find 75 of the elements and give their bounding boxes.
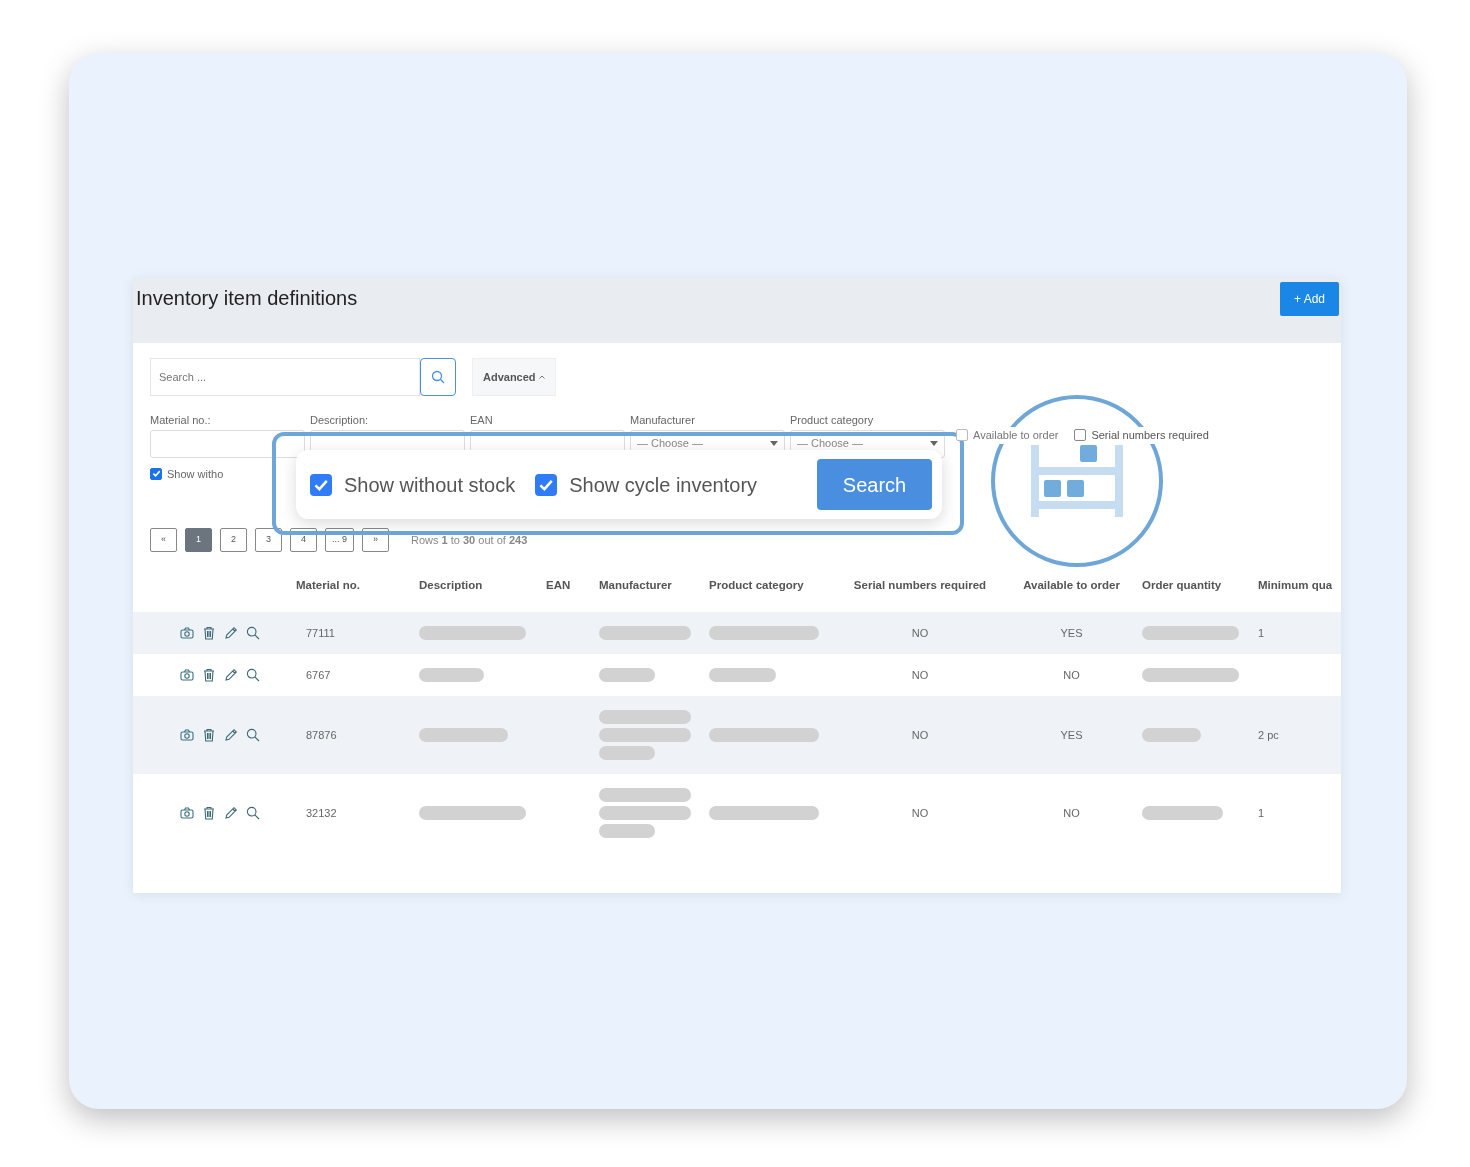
trash-icon[interactable] xyxy=(202,626,216,640)
checkbox[interactable] xyxy=(150,467,162,480)
rows-summary: Rows 1 to 30 out of 243 xyxy=(411,532,528,548)
trash-icon[interactable] xyxy=(202,806,216,820)
shelf-icon xyxy=(1031,445,1123,517)
table-cell: NO xyxy=(1063,806,1080,819)
table-cell: YES xyxy=(1060,728,1083,741)
page-button[interactable]: 2 xyxy=(220,528,247,552)
search-field[interactable]: Search ... xyxy=(150,358,420,396)
table-cell: 2 pc xyxy=(1258,728,1279,741)
column-header: Available to order xyxy=(1005,560,1138,612)
trash-icon[interactable] xyxy=(202,728,216,742)
search-icon[interactable] xyxy=(246,806,260,820)
redacted-text-bar xyxy=(709,668,777,682)
table-cell: 32132 xyxy=(306,806,337,819)
advanced-button[interactable]: Advanced xyxy=(472,358,556,396)
table-cell: 87876 xyxy=(306,728,337,741)
camera-icon[interactable] xyxy=(180,728,194,742)
page-title: Inventory item definitions xyxy=(136,286,358,310)
table-cell: 77111 xyxy=(306,626,335,639)
camera-icon[interactable] xyxy=(180,806,194,820)
table-cell: NO xyxy=(911,806,929,819)
search-icon[interactable] xyxy=(246,668,260,682)
page-button[interactable]: 1 xyxy=(185,528,212,552)
checkbox-label: Show witho xyxy=(167,466,224,482)
redacted-text-bar xyxy=(1142,728,1202,742)
checkbox-label: Show without stock xyxy=(344,472,516,498)
dropdown-arrow-icon xyxy=(930,441,938,446)
field-label: Manufacturer xyxy=(630,413,696,428)
column-header: Minimum qua xyxy=(1254,560,1341,612)
pencil-icon[interactable] xyxy=(224,806,238,820)
column-header: Description xyxy=(415,560,542,612)
checkbox[interactable] xyxy=(310,473,332,496)
table-cell: 1 xyxy=(1258,806,1265,819)
search-icon xyxy=(431,370,445,384)
redacted-text-bar xyxy=(599,746,656,760)
checkbox[interactable] xyxy=(535,473,558,496)
column-header: Order quantity xyxy=(1138,560,1254,612)
column-header: EAN xyxy=(542,560,595,612)
table-cell: NO xyxy=(911,728,929,741)
page-button[interactable]: 3 xyxy=(255,528,282,552)
field-label: Material no.: xyxy=(150,413,212,428)
field-label: Product category xyxy=(790,413,875,428)
pencil-icon[interactable] xyxy=(224,728,238,742)
checkmark-icon xyxy=(151,469,161,479)
page-button[interactable]: « xyxy=(150,528,177,552)
add-button[interactable]: + Add xyxy=(1279,282,1339,316)
checkbox[interactable] xyxy=(1074,429,1087,442)
checkbox-label: Show cycle inventory xyxy=(569,472,758,498)
redacted-text-bar xyxy=(599,668,656,682)
pencil-icon[interactable] xyxy=(224,668,238,682)
table-cell: 6767 xyxy=(306,668,331,681)
camera-icon[interactable] xyxy=(180,626,194,640)
trash-icon[interactable] xyxy=(202,668,216,682)
column-header: Manufacturer xyxy=(595,560,705,612)
table-cell: YES xyxy=(1060,626,1083,639)
dropdown-arrow-icon xyxy=(770,441,778,446)
column-header: Material no. xyxy=(292,560,415,612)
search-button[interactable] xyxy=(420,358,456,396)
redacted-text-bar xyxy=(599,824,656,838)
column-header: Serial numbers required xyxy=(835,560,1005,612)
field-label: EAN xyxy=(470,413,494,428)
table-cell: NO xyxy=(911,626,929,639)
table-cell: NO xyxy=(1063,668,1080,681)
camera-icon[interactable] xyxy=(180,668,194,682)
checkbox-label: Available to order xyxy=(973,427,1059,444)
field-label: Description: xyxy=(310,413,370,428)
search-icon[interactable] xyxy=(246,728,260,742)
table-cell: 1 xyxy=(1258,626,1265,639)
checkbox-label: Serial numbers required xyxy=(1091,427,1209,444)
table-cell: NO xyxy=(911,668,929,681)
pencil-icon[interactable] xyxy=(224,626,238,640)
redacted-text-bar xyxy=(419,668,485,682)
column-header: Product category xyxy=(705,560,835,612)
search-icon[interactable] xyxy=(246,626,260,640)
